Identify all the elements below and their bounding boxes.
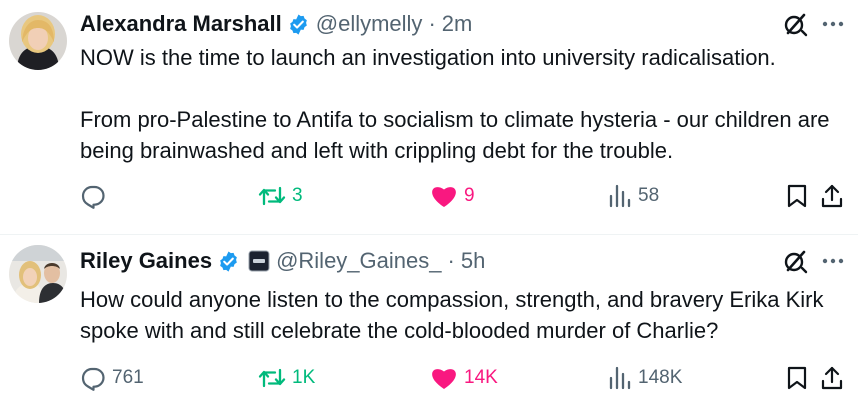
retweet-icon (258, 186, 286, 206)
separator-dot: · (428, 11, 436, 36)
author-handle[interactable]: @ellymelly (316, 10, 423, 38)
tweet[interactable]: Alexandra Marshall @ellymelly · 2m NOW i… (0, 0, 858, 235)
affiliate-badge-icon[interactable] (248, 250, 270, 272)
bookmark-icon (787, 184, 807, 208)
reply-button[interactable]: 761 (80, 365, 144, 391)
reply-button[interactable] (80, 183, 112, 209)
retweet-count: 3 (292, 185, 303, 206)
tweet[interactable]: Riley Gaines @Riley_Gaines_ · 5h How cou… (0, 235, 858, 401)
views-count: 148K (638, 367, 683, 388)
tweet-paragraph: From pro-Palestine to Antifa to socialis… (80, 107, 830, 163)
tweet-paragraph: How could anyone listen to the compassio… (80, 287, 824, 343)
tweet-text: How could anyone listen to the compassio… (80, 284, 844, 346)
like-count: 14K (464, 367, 498, 388)
share-icon (821, 366, 843, 390)
author-handle[interactable]: @Riley_Gaines_ (276, 247, 441, 275)
timestamp[interactable]: 2m (442, 10, 473, 38)
more-icon[interactable] (820, 11, 846, 37)
views-button[interactable]: 148K (608, 365, 682, 391)
tweet-text: NOW is the time to launch an investigati… (80, 42, 844, 166)
avatar[interactable] (9, 12, 67, 70)
heart-icon (432, 369, 456, 389)
action-bar: 3 9 58 (0, 183, 858, 213)
retweet-button[interactable]: 3 (258, 183, 303, 209)
grok-icon[interactable] (782, 11, 808, 37)
author-name[interactable]: Riley Gaines (80, 247, 212, 275)
retweet-icon (258, 368, 286, 388)
views-icon (609, 366, 631, 390)
retweet-count: 1K (292, 367, 316, 388)
views-button[interactable]: 58 (608, 183, 659, 209)
bookmark-icon (787, 366, 807, 390)
reply-count: 761 (112, 367, 144, 388)
tweet-header: Alexandra Marshall @ellymelly · 2m (80, 10, 846, 38)
verified-badge-icon (220, 250, 237, 272)
author-name[interactable]: Alexandra Marshall (80, 10, 282, 38)
timestamp[interactable]: 5h (461, 247, 485, 275)
bookmark-button[interactable] (786, 365, 808, 391)
bookmark-button[interactable] (786, 183, 808, 209)
verified-badge-icon (289, 13, 307, 35)
more-icon[interactable] (820, 248, 846, 274)
views-icon (609, 184, 631, 208)
retweet-button[interactable]: 1K (258, 365, 315, 391)
heart-icon (432, 187, 456, 207)
share-button[interactable] (820, 365, 844, 391)
tweet-header: Riley Gaines @Riley_Gaines_ · 5h (80, 247, 846, 275)
like-count: 9 (464, 185, 475, 206)
tweet-paragraph: NOW is the time to launch an investigati… (80, 45, 776, 70)
views-count: 58 (638, 185, 660, 206)
reply-icon (81, 185, 105, 209)
avatar[interactable] (9, 245, 67, 303)
reply-icon (81, 367, 105, 391)
like-button[interactable]: 14K (430, 365, 498, 391)
share-button[interactable] (820, 183, 844, 209)
share-icon (821, 184, 843, 208)
like-button[interactable]: 9 (430, 183, 475, 209)
separator-dot: · (447, 248, 455, 273)
action-bar: 761 1K 14K 148K (0, 365, 858, 395)
grok-icon[interactable] (782, 248, 808, 274)
